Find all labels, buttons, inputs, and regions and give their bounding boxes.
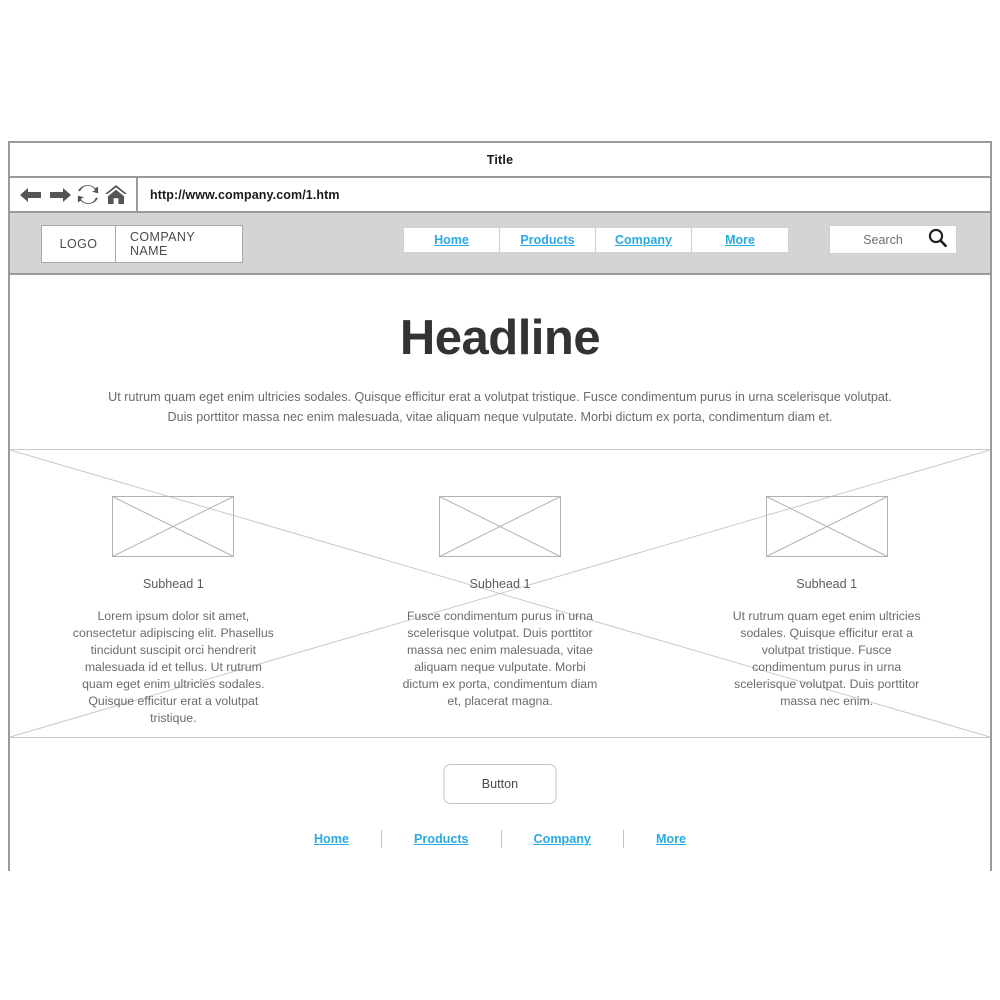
feature-subhead: Subhead 1	[796, 577, 858, 592]
nav-item-company[interactable]: Company	[596, 228, 692, 252]
feature-column: Subhead 1 Lorem ipsum dolor sit amet, co…	[10, 496, 337, 737]
feature-subhead: Subhead 1	[469, 577, 531, 592]
home-icon[interactable]	[104, 184, 128, 205]
feature-body: Lorem ipsum dolor sit amet, consectetur …	[72, 609, 274, 726]
logo-placeholder: LOGO	[42, 226, 116, 262]
nav-link-products[interactable]: Products	[520, 233, 574, 247]
primary-navigation: Home Products Company More	[403, 227, 789, 253]
search-box[interactable]: Search	[829, 225, 957, 254]
nav-link-company[interactable]: Company	[615, 233, 672, 247]
feature-column: Subhead 1 Fusce condimentum purus in urn…	[337, 496, 664, 737]
nav-item-products[interactable]: Products	[500, 228, 596, 252]
feature-column: Subhead 1 Ut rutrum quam eget enim ultri…	[663, 496, 990, 737]
nav-item-home[interactable]: Home	[404, 228, 500, 252]
refresh-icon[interactable]	[77, 184, 99, 205]
forward-arrow-icon[interactable]	[48, 185, 72, 205]
url-text: http://www.company.com/1.htm	[150, 187, 340, 202]
image-placeholder-icon	[112, 496, 235, 558]
browser-window: Title http://www.company.com/1.htm LOGO …	[8, 141, 992, 877]
footer-navigation: Home Products Company More	[10, 830, 990, 849]
browser-nav-icons	[10, 178, 138, 211]
footer-section: Button Home Products Company More	[10, 738, 990, 877]
brand-box[interactable]: LOGO COMPANY NAME	[41, 225, 243, 263]
nav-link-home[interactable]: Home	[434, 233, 469, 247]
hero-subtext: Ut rutrum quam eget enim ultricies sodal…	[108, 390, 892, 424]
footer-link-more[interactable]: More	[624, 832, 718, 846]
feature-body: Fusce condimentum purus in urna sceleris…	[402, 609, 598, 709]
page-title: Headline	[399, 311, 601, 365]
screenshot-canvas: Title http://www.company.com/1.htm LOGO …	[0, 0, 1000, 1000]
nav-link-more[interactable]: More	[725, 233, 755, 247]
feature-body: Ut rutrum quam eget enim ultricies sodal…	[732, 609, 921, 709]
search-input-label: Search	[863, 232, 903, 247]
company-name: COMPANY NAME	[130, 230, 195, 258]
browser-toolbar: http://www.company.com/1.htm	[10, 178, 990, 213]
footer-link-company[interactable]: Company	[502, 832, 623, 846]
image-placeholder-icon	[439, 496, 561, 558]
hero-section: Headline Ut rutrum quam eget enim ultric…	[10, 275, 990, 451]
features-columns: Subhead 1 Lorem ipsum dolor sit amet, co…	[10, 450, 990, 737]
site-header: LOGO COMPANY NAME Home Products Company …	[10, 213, 990, 275]
features-section: Subhead 1 Lorem ipsum dolor sit amet, co…	[10, 450, 990, 739]
search-icon[interactable]	[928, 228, 947, 252]
nav-item-more[interactable]: More	[692, 228, 788, 252]
feature-subhead: Subhead 1	[142, 577, 204, 592]
footer-link-home[interactable]: Home	[282, 832, 381, 846]
url-input[interactable]: http://www.company.com/1.htm	[138, 178, 990, 211]
window-title: Title	[486, 152, 514, 167]
footer-link-products[interactable]: Products	[382, 832, 501, 846]
cta-button[interactable]: Button	[443, 764, 557, 805]
image-placeholder-icon	[765, 496, 888, 558]
browser-titlebar: Title	[10, 143, 990, 178]
back-arrow-icon[interactable]	[19, 185, 43, 205]
